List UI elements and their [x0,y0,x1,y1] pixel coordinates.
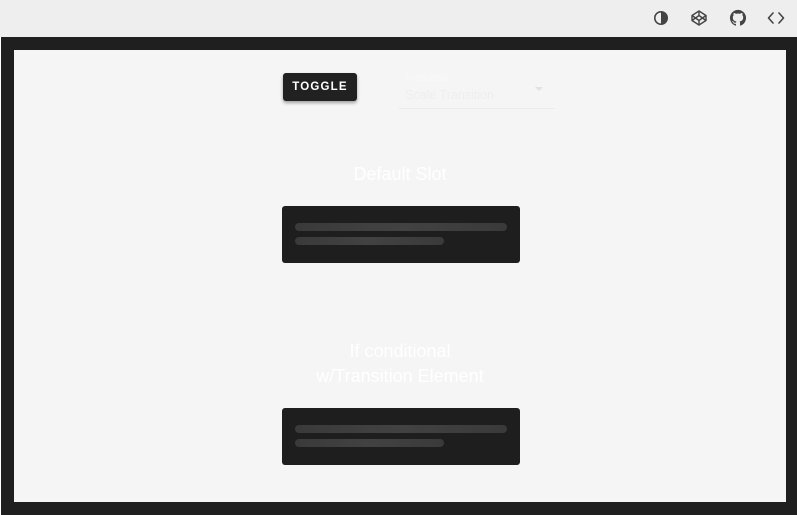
app-frame: TOGGLE Transition Scale Transition Defau… [1,37,797,515]
theme-toggle-icon[interactable] [651,8,671,28]
code-icon[interactable] [766,8,786,28]
chevron-down-icon [535,87,543,91]
skeleton-card [282,206,520,263]
skeleton-line [295,439,444,447]
skeleton-line [295,237,444,245]
top-toolbar [0,0,797,37]
transition-select-label: Transition [405,73,449,84]
skeleton-line [295,223,507,231]
toggle-button[interactable]: TOGGLE [283,73,357,101]
transition-select[interactable]: Transition Scale Transition [399,68,555,109]
skeleton-line [295,425,507,433]
section-heading-line: Default Slot [353,164,447,184]
section-heading-default-slot: Default Slot [14,162,786,187]
transition-select-value: Scale Transition [405,88,494,102]
demo-stage: TOGGLE Transition Scale Transition Defau… [14,50,786,502]
section-heading-line: w/Transition Element [316,366,484,386]
codepen-icon[interactable] [689,8,709,28]
skeleton-card [282,408,520,465]
section-heading-line: If conditional [349,341,451,361]
section-heading-if-conditional: If conditional w/Transition Element [14,339,786,389]
github-icon[interactable] [728,8,748,28]
